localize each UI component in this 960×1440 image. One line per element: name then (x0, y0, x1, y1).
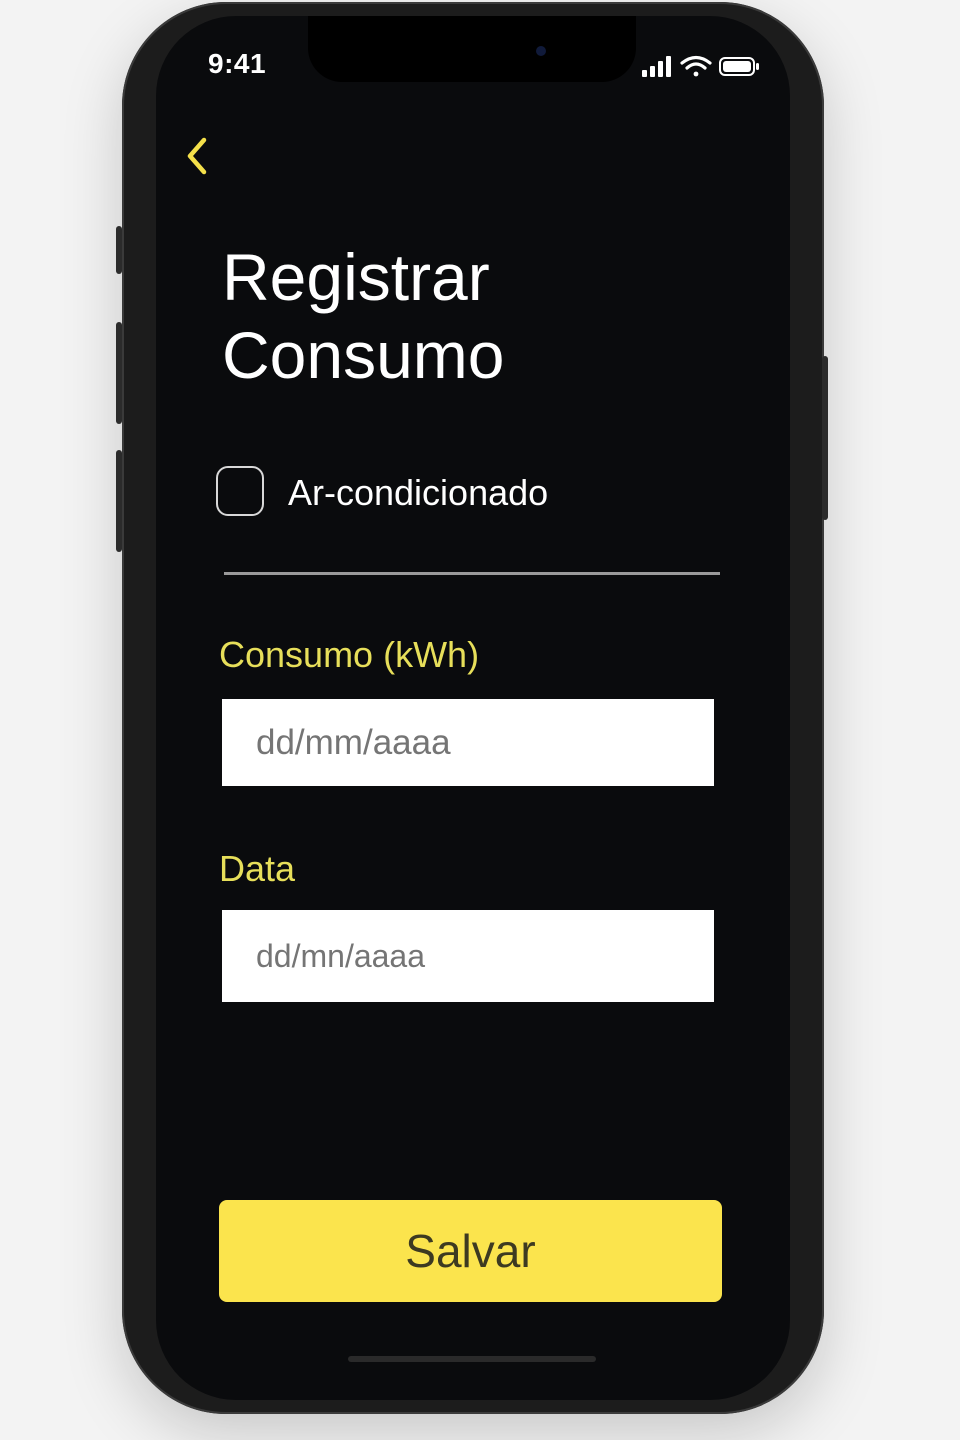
front-camera (536, 46, 546, 56)
page-title-line2: Consumo (222, 318, 505, 392)
side-button-volume-up (116, 322, 122, 424)
consumo-label: Consumo (kWh) (219, 634, 480, 675)
app-screen: 9:41 Registrar Consumo Ar-condicionado C… (156, 16, 790, 1400)
back-button[interactable] (180, 134, 216, 178)
battery-icon (719, 57, 759, 76)
side-button-volume-down (116, 450, 122, 552)
chevron-left-icon (187, 137, 207, 175)
data-input[interactable] (222, 910, 714, 1002)
home-indicator (348, 1356, 596, 1362)
wifi-icon (680, 55, 712, 77)
page-title: Registrar Consumo (222, 238, 742, 394)
device-label: Ar-condicionado (288, 472, 549, 513)
notch (308, 16, 636, 82)
page-title-line1: Registrar (222, 240, 490, 314)
save-button[interactable]: Salvar (219, 1200, 722, 1302)
cellular-signal-icon (642, 56, 671, 77)
side-button-silent (116, 226, 122, 274)
side-button-power (822, 356, 828, 520)
status-time: 9:41 (208, 48, 267, 79)
consumo-input[interactable] (222, 699, 714, 786)
data-label: Data (219, 848, 296, 889)
status-icons (642, 54, 762, 78)
device-option[interactable]: Ar-condicionado (216, 466, 706, 526)
device-checkbox[interactable] (216, 466, 264, 516)
divider (224, 572, 720, 575)
